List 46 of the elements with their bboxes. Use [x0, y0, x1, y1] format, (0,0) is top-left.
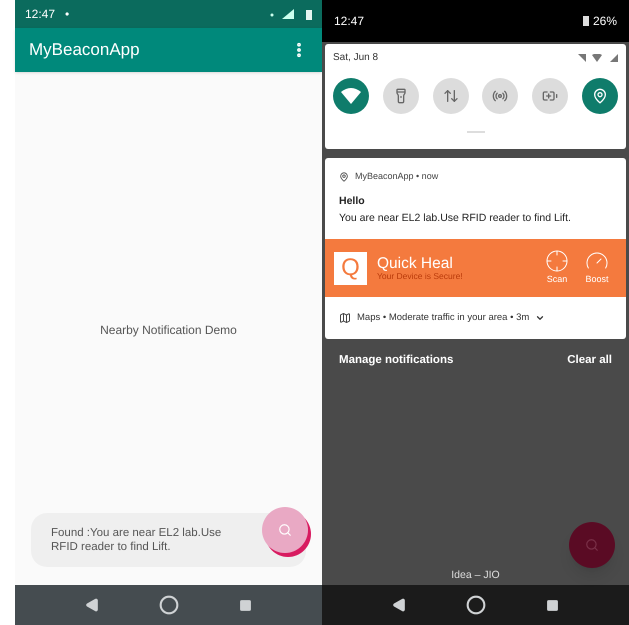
home-icon[interactable]	[159, 595, 179, 615]
clear-all-button[interactable]: Clear all	[567, 352, 612, 370]
quick-heal-subtitle: Your Device is Secure!	[377, 272, 463, 280]
manage-notifications-button[interactable]: Manage notifications	[339, 352, 454, 370]
recents-icon[interactable]	[546, 598, 559, 612]
drag-handle[interactable]	[466, 131, 484, 133]
crosshair-icon	[545, 249, 569, 274]
wifi-icon	[341, 88, 361, 104]
quick-heal-logo: Q	[334, 252, 367, 284]
network-icons	[578, 54, 618, 62]
location-icon	[592, 88, 608, 104]
back-icon[interactable]	[392, 598, 406, 612]
quick-setting-tile[interactable]	[333, 78, 369, 114]
quick-setting-tile[interactable]	[482, 78, 518, 114]
back-icon[interactable]	[85, 598, 99, 612]
quick-setting-tile[interactable]	[532, 78, 568, 114]
search-icon	[278, 523, 292, 537]
home-icon[interactable]	[466, 595, 486, 615]
status-dot: •	[65, 6, 70, 23]
hotspot-icon	[492, 88, 508, 104]
notification-title: Hello	[339, 194, 366, 208]
app-title: MyBeaconApp	[29, 39, 140, 62]
maps-notification-text[interactable]: Maps • Moderate traffic in your area • 3m	[357, 310, 530, 326]
battery-icon	[306, 8, 312, 20]
quick-setting-tile[interactable]	[432, 78, 469, 114]
quick-setting-tile[interactable]	[582, 78, 618, 114]
recents-icon[interactable]	[239, 598, 252, 612]
date-text: Sat, Jun 8	[333, 51, 378, 65]
battery-icon	[582, 16, 589, 26]
notification-source: MyBeaconApp • now	[355, 170, 438, 183]
expand-icon[interactable]	[535, 313, 546, 323]
location-pin-icon	[339, 172, 349, 182]
data-icon	[442, 88, 459, 104]
search-fab[interactable]	[262, 507, 308, 553]
map-icon	[339, 312, 351, 324]
body-text: Nearby Notification Demo	[100, 322, 237, 339]
status-time: 12:47	[25, 6, 56, 23]
search-icon	[585, 538, 599, 552]
quick-heal-title: Quick Heal	[377, 256, 454, 271]
quick-setting-tile[interactable]	[382, 78, 419, 114]
battery-percent: 26%	[592, 13, 617, 30]
snackbar-text: Found :You are near EL2 lab.Use RFID reader to find Lift.	[51, 526, 222, 554]
signal-icon	[270, 9, 296, 19]
notification-body: You are near EL2 lab.Use RFID reader to find Lift.	[339, 211, 572, 226]
status-time: 12:47	[334, 13, 364, 30]
carrier-name: Idea – JIO	[451, 568, 500, 584]
